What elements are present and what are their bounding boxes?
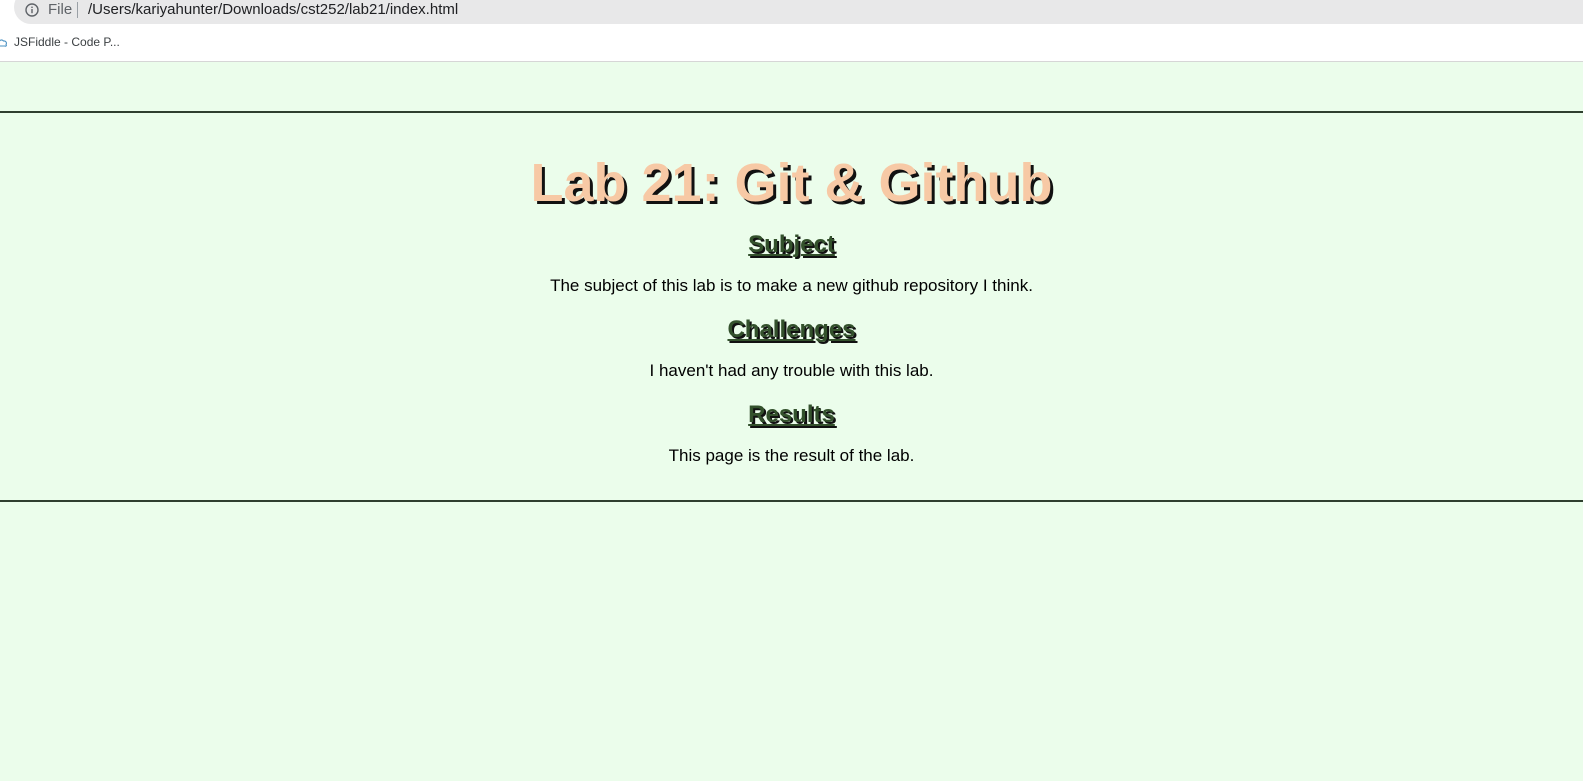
file-scheme-label: File xyxy=(48,1,73,18)
url-text[interactable]: /Users/kariyahunter/Downloads/cst252/lab… xyxy=(88,2,458,18)
page-title: Lab 21: Git & Github xyxy=(530,153,1053,213)
page-body: Lab 21: Git & Github Subject The subject… xyxy=(0,62,1583,781)
jsfiddle-icon xyxy=(0,39,7,47)
url-divider xyxy=(77,2,78,18)
bookmark-label: JSFiddle - Code P... xyxy=(14,35,120,49)
heading-results: Results xyxy=(748,401,835,428)
text-results: This page is the result of the lab. xyxy=(668,446,915,465)
content-box: Lab 21: Git & Github Subject The subject… xyxy=(0,111,1583,502)
heading-subject: Subject xyxy=(748,231,835,258)
bookmark-jsfiddle[interactable]: JSFiddle - Code P... xyxy=(0,34,120,50)
text-challenges: I haven't had any trouble with this lab. xyxy=(649,361,934,380)
browser-toolbar: File /Users/kariyahunter/Downloads/cst25… xyxy=(0,0,1583,62)
address-bar[interactable]: File /Users/kariyahunter/Downloads/cst25… xyxy=(14,0,1583,24)
info-icon[interactable] xyxy=(25,3,39,17)
heading-challenges: Challenges xyxy=(727,316,856,343)
text-subject: The subject of this lab is to make a new… xyxy=(550,276,1033,295)
